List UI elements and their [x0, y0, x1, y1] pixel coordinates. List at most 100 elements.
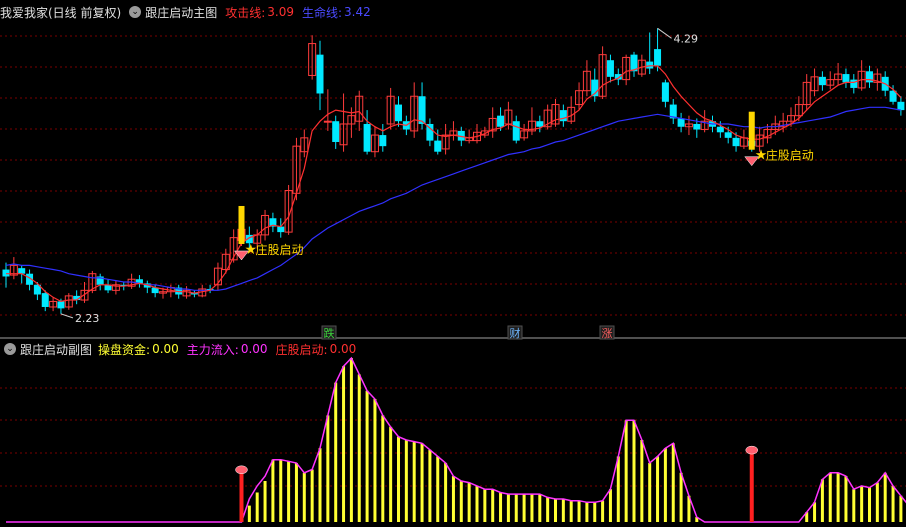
candle-body-down [332, 121, 340, 142]
fund-bar [310, 469, 314, 522]
fund-bar [679, 472, 683, 522]
inflow-line-series [6, 356, 906, 523]
fund-bar [836, 472, 840, 522]
fund-bar [860, 485, 864, 522]
candle-body-down [693, 123, 701, 130]
grid-lines [0, 35, 906, 487]
fund-bar [585, 502, 589, 522]
candle-body-down [866, 71, 873, 83]
fund-bar [624, 420, 628, 522]
fund-bar [546, 497, 550, 522]
candle-body-down [716, 126, 724, 133]
fund-bar [663, 448, 667, 522]
candle-body-down [850, 79, 858, 88]
candle-body-down [512, 121, 520, 141]
signal-bar-cap-icon [745, 445, 758, 455]
candle-body-down [418, 96, 426, 124]
signal-marker-bar [748, 111, 755, 150]
fund-bar [671, 443, 675, 522]
candle-body-down [434, 140, 442, 152]
fund-bar [632, 420, 636, 522]
fund-bar [436, 456, 440, 522]
fund-bar [852, 489, 856, 522]
fund-bar [608, 489, 612, 522]
fund-bar [868, 487, 871, 522]
fund-bar [357, 374, 361, 522]
fund-bar [247, 505, 251, 522]
fund-bar [451, 476, 455, 522]
fund-bar [287, 461, 291, 522]
candle-body-down [677, 118, 685, 127]
fund-bar [569, 500, 573, 522]
fund-bar [593, 502, 597, 522]
fund-bar [538, 494, 542, 522]
fund-bar [334, 382, 338, 522]
fund-bar [373, 399, 377, 522]
fund-bar [444, 462, 448, 522]
fund-bar [318, 448, 322, 522]
high-pointer [657, 27, 672, 39]
fund-bar [899, 495, 903, 522]
high-price-label: 4.29 [674, 32, 699, 45]
event-tag-label: 跌 [324, 326, 335, 340]
fund-bar [475, 485, 479, 522]
signal-label: 庄股启动 [766, 148, 814, 163]
candle-body-down [606, 60, 614, 77]
fund-bar [522, 494, 526, 522]
candle-body-down [559, 110, 567, 122]
fund-bar [342, 366, 346, 522]
fund-bar [891, 485, 895, 522]
fund-bar [883, 472, 887, 522]
fund-bar [483, 489, 487, 522]
candle-body-down [818, 76, 826, 86]
attack-line-series [6, 65, 902, 303]
signal-marker-bar [238, 205, 245, 244]
signal-bar [749, 453, 754, 522]
fund-bar [412, 441, 416, 522]
fund-bar [381, 415, 385, 522]
candle-body-down [842, 74, 850, 83]
fund-bar [561, 499, 565, 522]
candle-body-down [2, 269, 10, 277]
candle-body-down [395, 104, 402, 122]
fund-bar [255, 492, 259, 522]
fund-bar [499, 492, 503, 522]
candle-body-down [41, 293, 49, 307]
fund-bar [420, 443, 424, 522]
signal-bar [239, 472, 244, 522]
candle-body-down [536, 121, 544, 127]
signal-bar-cap-icon [235, 465, 248, 475]
fund-bar [828, 472, 832, 522]
fund-bar [648, 462, 652, 522]
fund-bar [349, 358, 353, 522]
event-tag-label: 财 [510, 326, 521, 340]
fund-bar [640, 440, 644, 522]
candle-body-up [323, 120, 332, 123]
fund-bar [389, 426, 393, 522]
fund-bar [601, 500, 605, 522]
fund-bar [875, 482, 879, 522]
main-candlestick-chart[interactable]: ★庄股启动★庄股启动4.292.23 [2, 27, 905, 325]
fund-bar [514, 494, 518, 522]
candle-body-down [646, 61, 654, 69]
fund-bar [459, 481, 463, 522]
candle-body-down [724, 132, 732, 138]
fund-bar [844, 476, 848, 522]
fund-bar [813, 502, 817, 522]
fund-bar [279, 459, 283, 522]
fund-bar [397, 436, 400, 522]
fund-bar [326, 415, 330, 522]
fund-bar [302, 472, 306, 522]
fund-bar [506, 494, 510, 522]
fund-bar [554, 499, 557, 522]
fund-bar [530, 494, 534, 522]
sub-indicator-chart[interactable] [6, 356, 906, 523]
chart-area[interactable]: ★庄股启动★庄股启动4.292.23 跌财涨 [0, 0, 906, 527]
fund-bar [271, 459, 275, 522]
fund-bar [365, 390, 369, 522]
candle-body-down [654, 49, 662, 66]
fund-bar [656, 456, 660, 522]
fund-bar [404, 440, 408, 522]
candle-body-down [661, 82, 669, 102]
fund-bar [467, 482, 471, 522]
